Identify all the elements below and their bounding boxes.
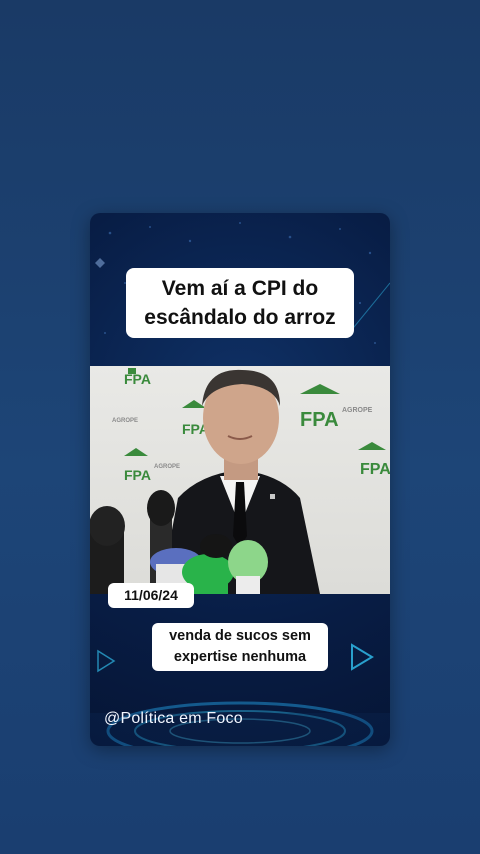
backdrop-logo-text: FPA	[124, 371, 151, 387]
backdrop-sub-text: AGROPE	[342, 407, 373, 414]
headline-line-2: escândalo do arroz	[144, 306, 336, 329]
backdrop-logo-text: FPA	[124, 467, 151, 483]
backdrop-sub-text: AGROPE	[112, 418, 138, 424]
backdrop-logo-text: FPA	[300, 409, 339, 431]
channel-handle[interactable]: @Política em Foco	[104, 710, 243, 728]
headline-box: Vem aí a CPI do escândalo do arroz	[126, 268, 354, 338]
backdrop-logo-text: FPA	[360, 461, 390, 478]
photo-illustration: FPA FPA AGROPE FPA AGROPE FPA AGROPE FPA	[90, 368, 390, 594]
press-conference-photo: FPA FPA AGROPE FPA AGROPE FPA AGROPE FPA	[90, 366, 390, 594]
caption-line-1: venda de sucos sem	[169, 628, 311, 644]
video-card[interactable]: Vem aí a CPI do escândalo do arroz FPA F…	[90, 213, 390, 746]
date-badge: 11/06/24	[108, 583, 194, 608]
caption-box: venda de sucos sem expertise nenhuma	[152, 623, 328, 671]
caption-line-2: expertise nenhuma	[173, 649, 307, 665]
headline-line-1: Vem aí a CPI do	[161, 277, 319, 300]
backdrop-sub-text: AGROPE	[154, 464, 180, 470]
